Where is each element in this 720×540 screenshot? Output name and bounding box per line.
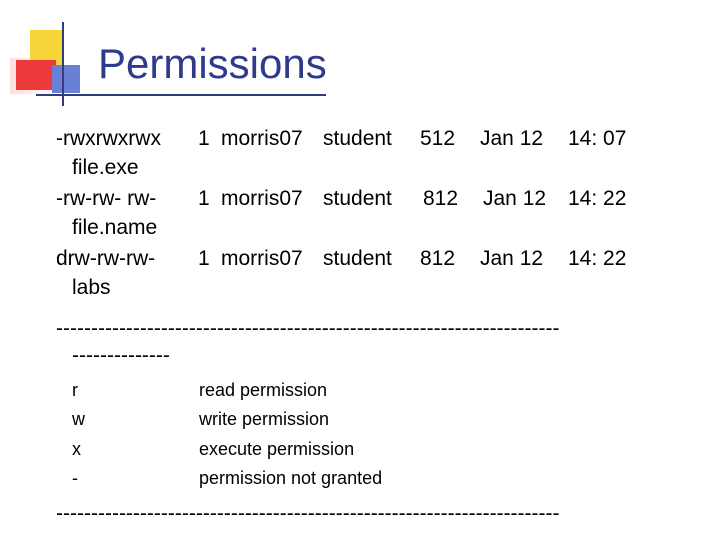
file-name: file.name <box>72 215 158 239</box>
title-underline <box>36 94 326 96</box>
file-name: labs <box>72 275 111 299</box>
divider-top-continuation: -------------- <box>72 344 170 367</box>
legend-symbol: x <box>72 438 81 459</box>
group: student <box>323 127 392 150</box>
file-time: 14: 22 <box>568 247 627 270</box>
legend-symbol: r <box>72 380 78 400</box>
legend-meaning: write permission <box>199 409 330 430</box>
link-count: 1 <box>198 247 210 270</box>
legend-meaning: read permission <box>199 380 328 400</box>
owner: morris07 <box>221 127 303 150</box>
legend-symbol: w <box>72 409 85 430</box>
title-decoration-red-square <box>16 60 56 90</box>
link-count: 1 <box>198 127 210 150</box>
file-listing: -rwxrwxrwx 1 morris07 student 512 Jan 12… <box>56 125 626 305</box>
listing-row: drw-rw-rw- 1 morris07 student 812 Jan 12… <box>56 245 626 274</box>
file-size: 812 <box>420 247 456 270</box>
file-size: 512 <box>420 127 456 150</box>
file-name: file.exe <box>72 155 139 179</box>
owner: morris07 <box>221 187 303 210</box>
permission-string: -rwxrwxrwx <box>56 127 161 150</box>
legend-symbol: - <box>72 467 78 488</box>
listing-row: -rwxrwxrwx 1 morris07 student 512 Jan 12… <box>56 125 626 154</box>
owner: morris07 <box>221 247 303 270</box>
file-date: Jan 12 <box>480 127 544 150</box>
divider-bottom: ----------------------------------------… <box>56 502 560 525</box>
file-date: Jan 12 <box>480 247 544 270</box>
file-time: 14: 07 <box>568 127 627 150</box>
legend-meaning: execute permission <box>199 438 355 459</box>
legend-meaning: permission not granted <box>199 467 383 488</box>
group: student <box>323 187 392 210</box>
title-decoration-blue-square <box>52 65 80 93</box>
file-size: 812 <box>423 187 459 210</box>
permission-string: drw-rw-rw- <box>56 247 156 270</box>
group: student <box>323 247 392 270</box>
divider-top: ----------------------------------------… <box>56 317 560 340</box>
page-title: Permissions <box>98 40 327 87</box>
file-time: 14: 22 <box>568 187 627 210</box>
permission-string: -rw-rw- rw- <box>56 187 157 210</box>
file-date: Jan 12 <box>483 187 547 210</box>
listing-row: -rw-rw- rw- 1 morris07 student 812 Jan 1… <box>56 185 626 214</box>
link-count: 1 <box>198 187 210 210</box>
